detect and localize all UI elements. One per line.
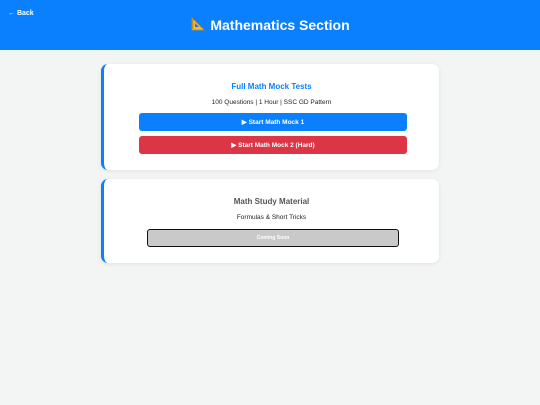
card-title: Math Study Material [233,197,310,206]
math-study-material-card: Math Study Material Formulas & Short Tri… [101,179,439,263]
card-subtitle: Formulas & Short Tricks [236,214,307,221]
page-title: Mathematics Section [0,15,540,37]
coming-soon-button: Coming Soon [147,229,399,247]
start-math-mock-2-button[interactable]: ▶ Start Math Mock 2 (Hard) [139,136,407,154]
math-mock-tests-card: Full Math Mock Tests 100 Questions | 1 H… [101,64,439,170]
triangular-ruler-icon [190,16,206,37]
page-title-text: Mathematics Section [210,17,350,33]
card-title: Full Math Mock Tests [231,82,312,91]
card-subtitle: 100 Questions | 1 Hour | SSC GD Pattern [211,99,332,106]
top-header: ← Back Mathematics Section [0,0,540,50]
start-math-mock-1-button[interactable]: ▶ Start Math Mock 1 [139,113,407,131]
